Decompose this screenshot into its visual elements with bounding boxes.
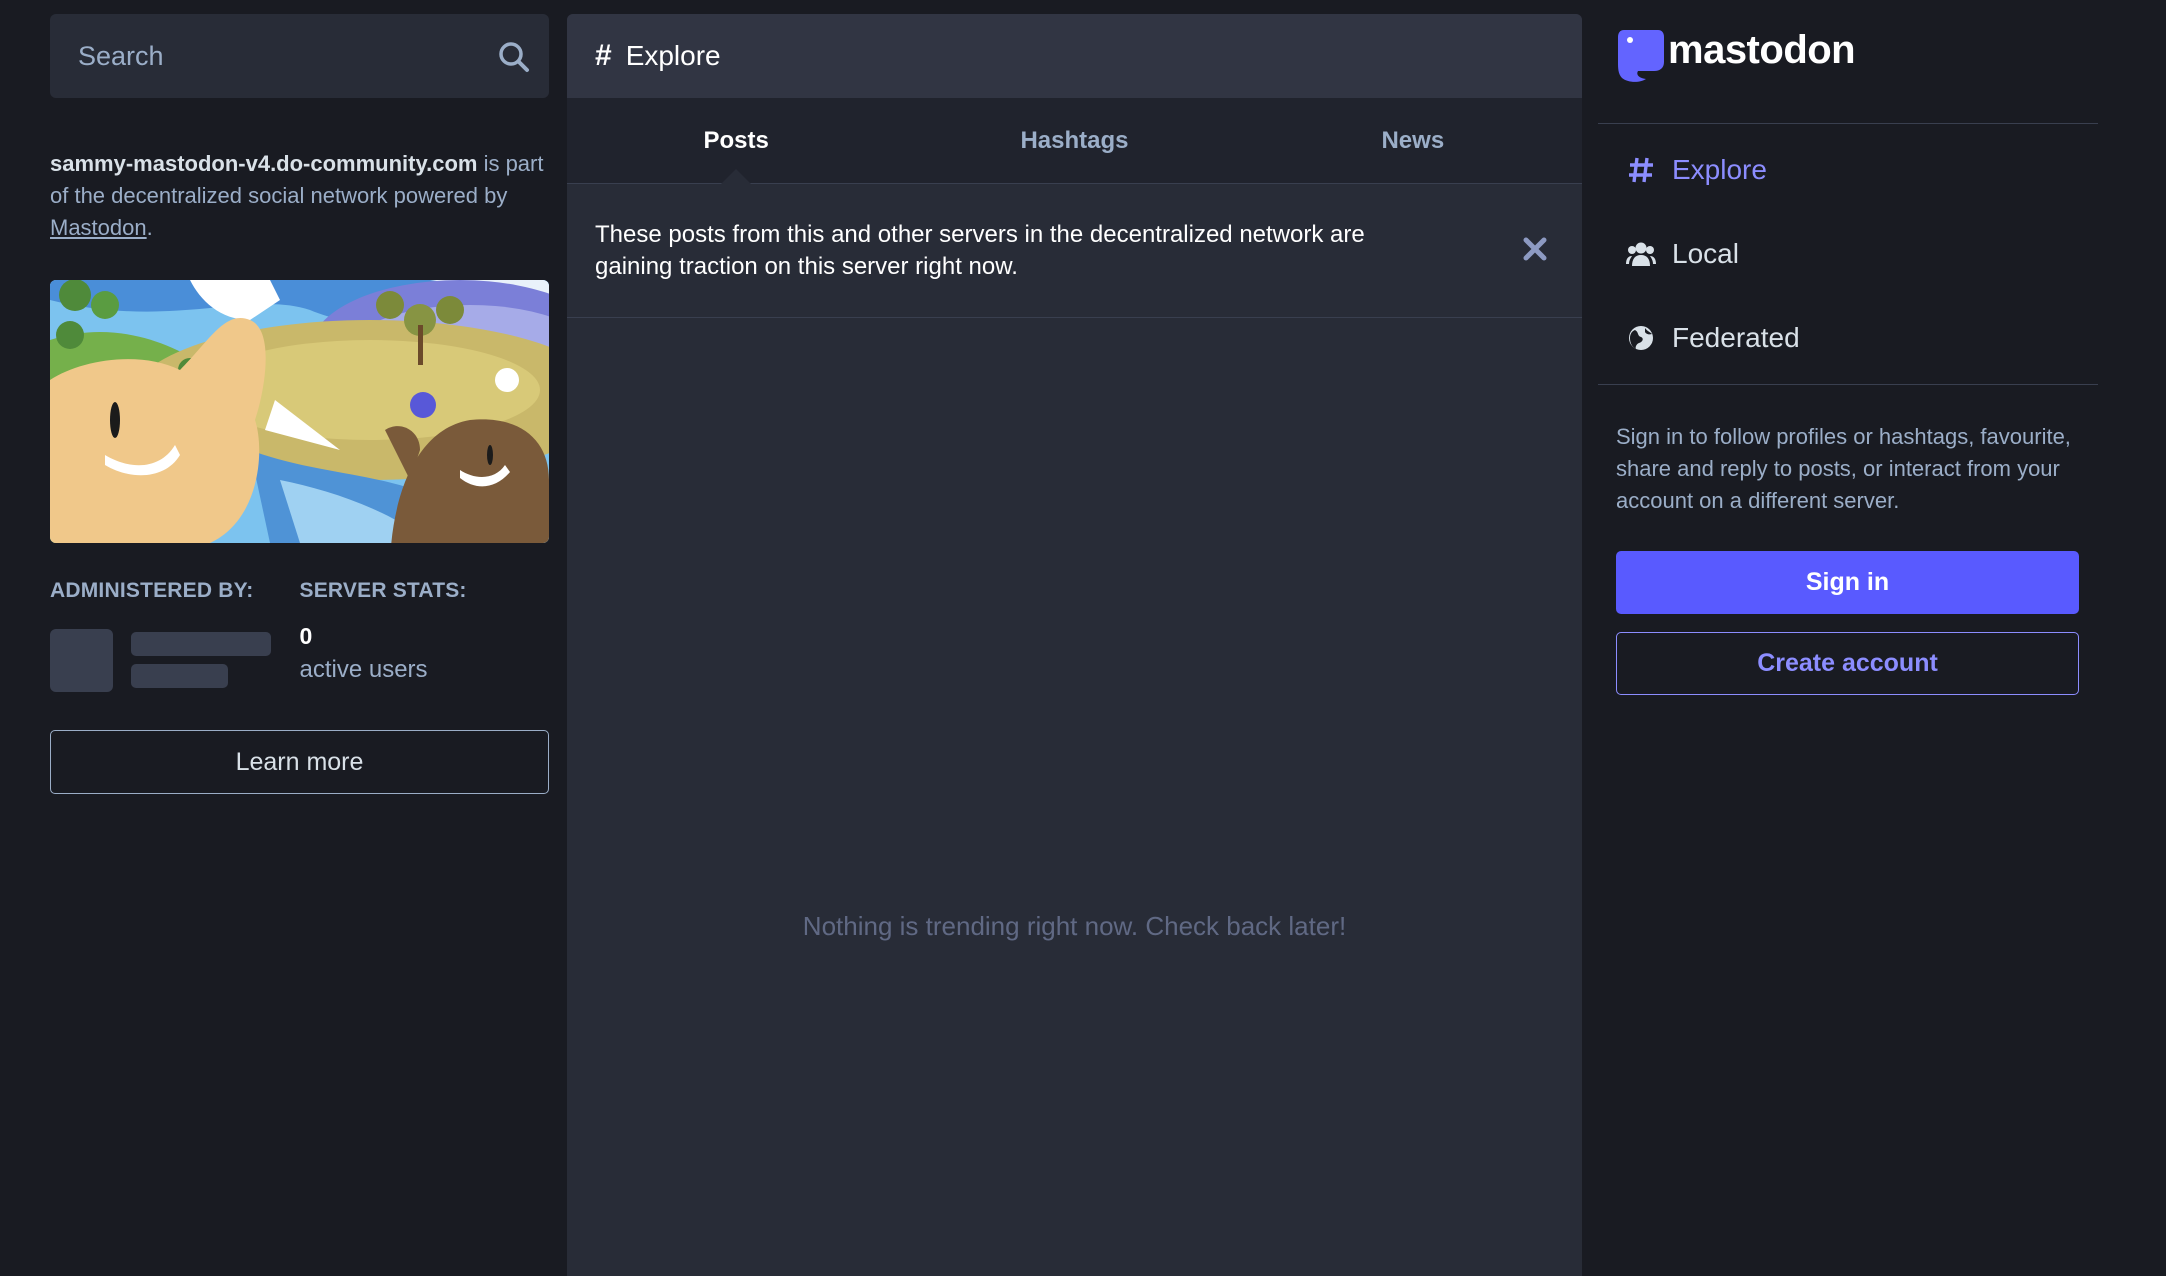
tab-hashtags[interactable]: Hashtags <box>905 98 1243 183</box>
mastodon-elephants-illustration <box>50 280 549 543</box>
tab-news[interactable]: News <box>1244 98 1582 183</box>
tab-posts[interactable]: Posts <box>567 98 905 184</box>
stats-heading: SERVER STATS: <box>299 579 467 602</box>
mastodon-logo-icon <box>1618 30 1664 82</box>
admin-heading: ADMINISTERED BY: <box>50 579 254 602</box>
sign-in-button[interactable]: Sign in <box>1616 551 2079 614</box>
search-icon[interactable] <box>497 40 531 74</box>
main-navigation: Explore Local Federated <box>1598 124 2098 385</box>
empty-message: Nothing is trending right now. Check bac… <box>802 911 1347 941</box>
column-header[interactable]: # Explore <box>567 14 1582 98</box>
right-sidebar: mastodon Explore Local Federated Sign in… <box>1598 0 2098 695</box>
hashtag-icon: # <box>595 39 612 72</box>
signin-prompt: Sign in to follow profiles or hashtags, … <box>1616 424 2071 513</box>
globe-icon <box>1626 323 1656 353</box>
admin-account[interactable] <box>50 629 300 692</box>
learn-more-button[interactable]: Learn more <box>50 730 549 794</box>
admin-avatar[interactable] <box>50 629 113 692</box>
server-hero-image <box>50 280 549 543</box>
server-description: sammy-mastodon-v4.do-community.com is pa… <box>50 148 549 244</box>
trending-notice: These posts from this and other servers … <box>567 184 1582 318</box>
explore-tabs: Posts Hashtags News <box>567 98 1582 184</box>
search-box <box>50 14 549 98</box>
close-icon[interactable] <box>1522 236 1548 262</box>
active-users-label: active users <box>299 656 428 683</box>
nav-label-federated: Federated <box>1672 322 1800 353</box>
mastodon-link[interactable]: Mastodon <box>50 215 147 240</box>
users-icon <box>1626 239 1656 269</box>
server-desc-end: . <box>146 215 153 240</box>
nav-label-explore: Explore <box>1672 154 1767 185</box>
hashtag-icon <box>1626 155 1656 185</box>
column-title: Explore <box>625 40 721 71</box>
server-domain: sammy-mastodon-v4.do-community.com <box>50 151 478 176</box>
skeleton-line <box>131 632 271 656</box>
explore-column: # Explore Posts Hashtags News These post… <box>567 14 1582 1276</box>
brand-logo[interactable]: mastodon <box>1598 0 2098 124</box>
search-input[interactable] <box>76 39 523 73</box>
create-account-button[interactable]: Create account <box>1616 632 2079 695</box>
brand-name: mastodon <box>1668 28 1856 72</box>
nav-item-explore[interactable]: Explore <box>1598 128 2098 212</box>
stats-section: SERVER STATS: 0 active users <box>300 579 550 692</box>
server-meta: ADMINISTERED BY: SERVER STATS: 0 active … <box>50 579 549 692</box>
nav-item-local[interactable]: Local <box>1598 212 2098 296</box>
admin-name-placeholder <box>131 632 271 692</box>
left-sidebar: sammy-mastodon-v4.do-community.com is pa… <box>50 14 549 794</box>
admin-section: ADMINISTERED BY: <box>50 579 300 692</box>
skeleton-line <box>131 664 228 688</box>
nav-item-federated[interactable]: Federated <box>1598 296 2098 380</box>
notice-text: These posts from this and other servers … <box>595 220 1365 280</box>
active-users-count: 0 <box>299 623 313 649</box>
nav-label-local: Local <box>1672 238 1739 269</box>
